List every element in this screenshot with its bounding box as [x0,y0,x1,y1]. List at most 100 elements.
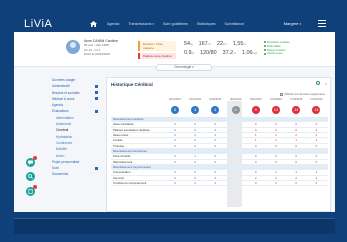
notification-badge [33,156,37,160]
vital-value: 37.2°C [223,50,239,56]
table-cell: 0 [194,181,196,186]
score-badge[interactable]: 9 [251,106,260,114]
alert-badge[interactable]: Escarre / Crise majeure [138,41,176,51]
sidebar-item-label: Documents [52,172,69,177]
score-badge[interactable]: 14 [292,106,301,114]
patient-detail: Entré le 02/03/2021 [84,51,111,56]
sidebar-item-label: Mobilité [56,147,67,152]
chronology-label: Chronologie [174,65,192,69]
home-icon[interactable] [88,19,98,29]
sidebar-item-label: Suivi [52,166,59,171]
sidebar-item-label: Alimentation [56,115,74,120]
column-date: 02/11/2019 [169,98,181,101]
legend-item: Vaccins à jour [264,52,290,56]
column-date: 17/12/2019 [290,98,303,101]
notification-badge [33,185,37,189]
score-badge[interactable]: 12 [272,106,280,114]
column-date: 15/11/2019 [249,98,262,101]
device-bottom-bar [14,218,335,234]
chat-icon [28,160,33,165]
vital-unit: kg [190,43,193,46]
table-cell: 0 [255,181,257,186]
table-cell: 0 [214,181,217,186]
vital-unit: imc [222,43,227,46]
column-date: 10/11/2019 [229,98,242,101]
score-badge[interactable]: 0 [231,106,240,114]
patient-header: Anne CAHINI Caroline 65 ans - Née 1958 C… [14,32,335,67]
table-cell: 0 [174,181,176,186]
section-marker-icon [95,109,98,113]
vital-unit: mg/l [252,52,258,55]
vital-value: 54kg [184,41,196,47]
sidebar-item-label: Besoins et souhaits [52,90,80,95]
chat-button[interactable] [26,156,37,167]
patient-avatar [66,40,80,54]
vital-number: 167 [198,41,208,47]
date-header: 02/11/2019 03/11/2019 04/11/2019 10/11/2019… [165,98,328,103]
sidebar-item-label: Données usager [52,78,76,82]
sidebar-item[interactable]: Documents [52,171,100,177]
user-menu[interactable]: Margere▾ [284,21,301,26]
nav-item[interactable]: Suivi guidelines [163,22,188,26]
app-logo[interactable]: LiViA [14,18,84,30]
nav-item[interactable]: Statistiques [197,22,216,26]
app-screen: LiViA Agenda Transmissions ▾ Suivi guidelin… [14,15,335,212]
table-row: Troubles du comportement 0 0 0 0 0 0 0 [111,181,328,187]
chevron-down-icon: ▾ [299,22,301,26]
vital-unit: cm [207,43,211,46]
column-date: 03/11/2019 [189,98,201,101]
score-badge[interactable]: 4 [191,106,200,114]
settings-icon[interactable] [316,81,320,85]
vital-number: 0.9 [184,50,192,56]
vital-value: 167cm [199,41,214,47]
section-marker-icon [95,91,98,95]
history-rows: Retentissement cérébral Idées suicidaires… [111,117,328,187]
panel-title: Historique Cérébral [111,82,153,87]
table-cell: 0 [295,181,297,186]
vital-unit: m² [243,43,247,46]
vital-number: 37.2 [222,50,234,56]
alert-badge[interactable]: Diabète sous insuline [138,53,176,59]
sidebar-item-label: Continence [56,140,73,145]
column-date: 21/12/2019 [310,98,323,101]
sidebar-item-label: Autre... [56,153,67,158]
vital-unit: °C [233,52,236,55]
patient-alerts: Escarre / Crise majeure Diabète sous ins… [138,41,176,61]
search-button[interactable] [26,172,35,181]
search-icon [28,174,33,179]
vital-value: 1.06mg/l [242,50,260,56]
hamburger-menu-icon[interactable] [318,20,326,27]
section-marker-icon [95,166,98,170]
nav-item[interactable]: Transmissions [128,22,151,26]
chevron-down-icon: ▾ [192,65,194,69]
score-badge[interactable]: 5 [171,106,179,114]
sidebar-item-label: Hydratation [56,134,73,139]
close-icon[interactable]: × [325,81,327,86]
vital-number: 1,55 [232,41,244,47]
sidebar-item-label: Projet personnalisé [52,159,80,164]
chronology-toggle[interactable]: Chronologie ▾ [156,64,212,71]
vitals-summary: 54kg 167cm 22imc 1,55m² 0.9g/l 120/80 37.2°C 1… [184,41,263,59]
vital-value: 0.9g/l [184,50,197,56]
show-deleted-checkbox[interactable]: Afficher les données supprimées [280,92,325,96]
vital-number: 1.06 [241,50,253,56]
vital-value: 1,55m² [233,41,249,47]
vital-number: 120/80 [200,50,217,56]
section-marker-icon [95,84,98,88]
document-icon [28,189,33,194]
score-badge[interactable]: 4 [211,106,220,114]
vital-value: 22imc [217,41,230,47]
score-badge[interactable]: 14 [312,106,321,114]
sidebar-item-label: Administratif [52,84,70,89]
chevron-down-icon: ▾ [152,21,154,26]
nav-item[interactable]: Surveillance [225,22,245,26]
column-date: 01/12/2019 [270,98,282,101]
sidebar-item-label: Évaluations [52,109,69,114]
column-date: 04/11/2019 [209,98,222,101]
table-cell: 0 [315,181,318,186]
nav-item[interactable]: Agenda [107,22,119,26]
history-panel: Historique Cérébral × Afficher les donné… [106,77,331,212]
vital-value: 120/80 [200,50,220,56]
user-name: Margere [283,21,299,26]
add-button[interactable] [26,185,37,196]
